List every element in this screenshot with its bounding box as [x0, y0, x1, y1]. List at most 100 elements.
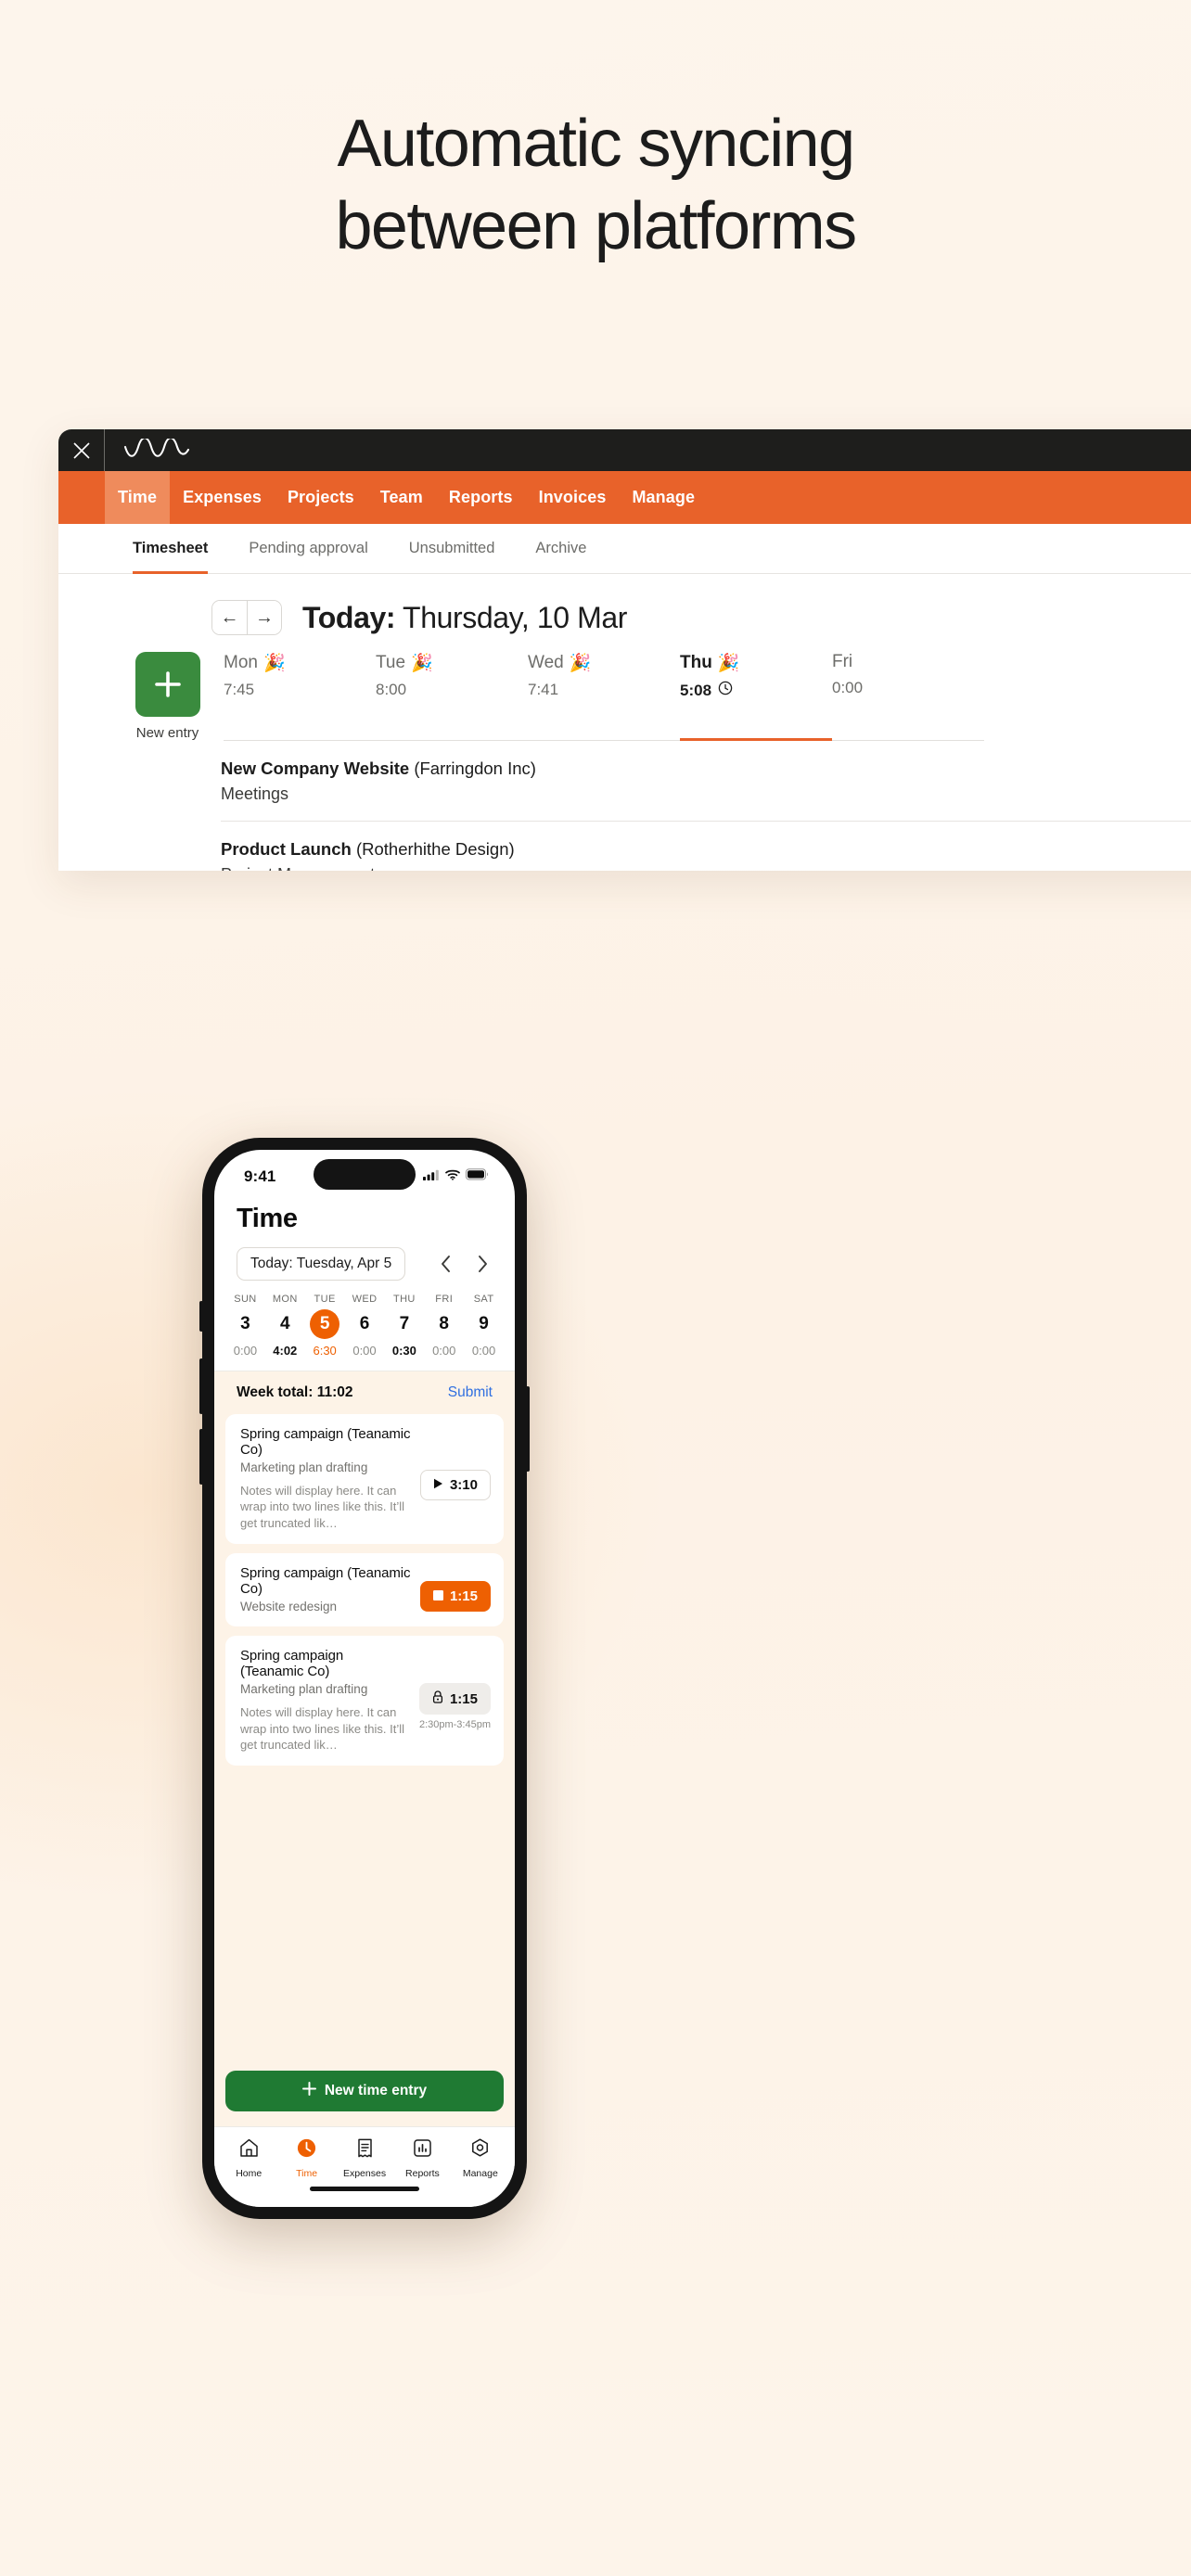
- entry-timer-area: 3:10: [419, 1426, 491, 1531]
- arrow-left-icon[interactable]: ←: [212, 601, 247, 634]
- tab-home[interactable]: Home: [220, 2137, 277, 2179]
- nav-item-time[interactable]: Time: [105, 471, 171, 524]
- entry-timer-area: 1:15: [419, 1565, 491, 1613]
- date-value: Thursday, 10 Mar: [403, 600, 628, 634]
- chevron-right-icon[interactable]: [468, 1250, 496, 1278]
- day-column-thu[interactable]: Thu 🎉 5:08: [680, 652, 832, 741]
- entry-title: Spring campaign (Teanamic Co): [240, 1426, 411, 1458]
- week-day-total: 4:02: [273, 1344, 298, 1358]
- day-label: Mon: [224, 653, 258, 672]
- entry-content: Spring campaign (Teanamic Co) Marketing …: [240, 1426, 411, 1531]
- receipt-icon: [354, 2137, 376, 2163]
- device-mute-switch: [199, 1301, 203, 1332]
- week-day-wed[interactable]: WED 6 0:00: [345, 1294, 385, 1358]
- table-row[interactable]: New Company Website (Farringdon Inc) Mee…: [221, 741, 1191, 822]
- day-total-value: 7:45: [224, 681, 255, 698]
- chevron-left-icon[interactable]: [431, 1250, 459, 1278]
- tab-timesheet[interactable]: Timesheet: [133, 524, 228, 574]
- lock-icon: [432, 1690, 443, 1707]
- day-total-value: 8:00: [376, 681, 407, 698]
- mobile-device-mockup: 9:41 Time Today: Tuesday, Apr 5 SUN 3 0:…: [199, 1138, 530, 2219]
- arrow-right-icon[interactable]: →: [247, 601, 281, 634]
- desktop-app-window: Time Expenses Projects Team Reports Invo…: [58, 429, 1191, 871]
- day-column-tue[interactable]: Tue 🎉 8:00: [376, 652, 528, 741]
- week-day-thu[interactable]: THU 7 0:30: [384, 1294, 424, 1358]
- nav-item-projects[interactable]: Projects: [275, 471, 367, 524]
- entry-content: Spring campaign (Teanamic Co) Marketing …: [240, 1648, 410, 1753]
- day-total-value: 7:41: [528, 681, 559, 698]
- list-item[interactable]: Spring campaign (Teanamic Co) Website re…: [225, 1553, 504, 1627]
- entry-title: Spring campaign (Teanamic Co): [240, 1648, 344, 1680]
- day-total-mon: 7:45: [224, 681, 376, 699]
- week-day-number: 5: [310, 1309, 340, 1339]
- dynamic-island: [314, 1159, 416, 1190]
- tab-pending-approval[interactable]: Pending approval: [228, 524, 388, 573]
- day-column-fri[interactable]: Fri 0:00: [832, 652, 984, 741]
- tab-manage[interactable]: Manage: [452, 2137, 509, 2179]
- headline-line-2: between platforms: [335, 188, 857, 263]
- day-column-wed[interactable]: Wed 🎉 7:41: [528, 652, 680, 741]
- table-row[interactable]: Product Launch (Rotherhithe Design) Proj…: [221, 822, 1191, 871]
- day-name-mon: Mon 🎉: [224, 652, 376, 674]
- day-total-value: 5:08: [680, 681, 712, 699]
- locked-timer-button[interactable]: 1:15: [418, 1683, 491, 1715]
- status-bar-indicators: [423, 1163, 489, 1185]
- new-time-entry-button[interactable]: New time entry: [225, 2071, 504, 2111]
- week-day-number: 4: [279, 1314, 290, 1333]
- week-day-total: 0:00: [432, 1344, 456, 1358]
- entry-duration: 1:15: [449, 1690, 478, 1707]
- nav-item-expenses[interactable]: Expenses: [170, 471, 275, 524]
- entry-notes: Notes will display here. It can wrap int…: [240, 1484, 405, 1530]
- time-entry-list: Spring campaign (Teanamic Co) Marketing …: [214, 1414, 515, 2061]
- mobile-screen-title: Time: [237, 1204, 298, 1233]
- tab-reports[interactable]: Reports: [393, 2137, 451, 2179]
- list-item[interactable]: Spring campaign (Teanamic Co) Marketing …: [225, 1636, 504, 1766]
- week-day-mon[interactable]: MON 4 4:02: [265, 1294, 305, 1358]
- plus-icon[interactable]: [134, 652, 200, 717]
- new-entry-label: New entry: [135, 725, 199, 741]
- device-volume-up-button: [199, 1358, 203, 1414]
- nav-item-invoices[interactable]: Invoices: [526, 471, 620, 524]
- nav-item-team[interactable]: Team: [367, 471, 436, 524]
- week-day-tue[interactable]: TUE 5 6:30: [305, 1294, 345, 1358]
- new-entry-control[interactable]: New entry: [123, 652, 211, 741]
- week-day-label: FRI: [435, 1294, 454, 1305]
- cta-container: New time entry: [214, 2061, 515, 2126]
- week-day-sun[interactable]: SUN 3 0:00: [225, 1294, 265, 1358]
- mobile-date-bar: Today: Tuesday, Apr 5: [214, 1234, 515, 1281]
- week-day-sat[interactable]: SAT 9 0:00: [464, 1294, 504, 1358]
- submit-button[interactable]: Submit: [448, 1384, 493, 1401]
- date-pill-button[interactable]: Today: Tuesday, Apr 5: [237, 1247, 406, 1281]
- week-day-fri[interactable]: FRI 8 0:00: [424, 1294, 464, 1358]
- week-day-total: 0:00: [471, 1344, 496, 1358]
- tab-expenses[interactable]: Expenses: [336, 2137, 393, 2179]
- entry-subtitle: Marketing plan drafting: [240, 1460, 368, 1474]
- project-name: New Company Website: [221, 759, 410, 778]
- cellular-bars-icon: [423, 1168, 440, 1185]
- list-item[interactable]: Spring campaign (Teanamic Co) Marketing …: [225, 1414, 504, 1545]
- status-bar-time: 9:41: [244, 1167, 276, 1185]
- day-total-tue: 8:00: [376, 681, 528, 699]
- headline-line-1: Automatic syncing: [337, 107, 855, 181]
- entry-subtitle: Marketing plan drafting: [240, 1682, 368, 1697]
- nav-item-manage[interactable]: Manage: [619, 471, 708, 524]
- stop-timer-button[interactable]: 1:15: [419, 1580, 491, 1612]
- mobile-tab-bar: Home Time Expenses Reports Manage: [214, 2126, 515, 2187]
- status-bar: 9:41: [214, 1150, 515, 1198]
- week-day-number: 9: [479, 1314, 489, 1333]
- close-x-icon[interactable]: [58, 429, 105, 471]
- day-label: Fri: [832, 652, 853, 671]
- tab-unsubmitted[interactable]: Unsubmitted: [389, 524, 516, 573]
- entry-content: Spring campaign (Teanamic Co) Website re…: [240, 1565, 411, 1613]
- tab-time[interactable]: Time: [277, 2137, 335, 2179]
- current-date-title: Today: Thursday, 10 Mar: [302, 601, 627, 635]
- day-column-mon[interactable]: Mon 🎉 7:45: [224, 652, 376, 741]
- nav-item-reports[interactable]: Reports: [436, 471, 526, 524]
- week-total-label: Week total: 11:02: [237, 1384, 353, 1400]
- start-timer-button[interactable]: 3:10: [419, 1470, 491, 1501]
- mobile-app-screen: 9:41 Time Today: Tuesday, Apr 5 SUN 3 0:…: [214, 1150, 515, 2207]
- tab-archive[interactable]: Archive: [515, 524, 607, 573]
- week-day-label: WED: [352, 1294, 378, 1305]
- date-arrow-group: ← →: [211, 600, 282, 635]
- home-icon: [238, 2137, 260, 2163]
